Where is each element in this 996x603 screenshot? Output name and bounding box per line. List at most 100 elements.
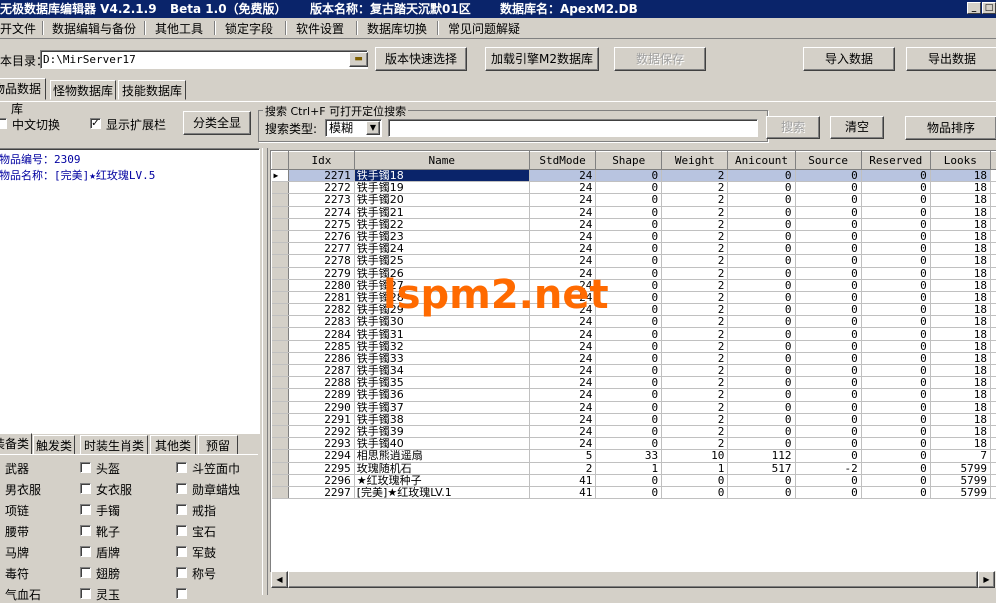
cell-looks[interactable]: 18 bbox=[930, 194, 990, 206]
cell-reserved[interactable]: 0 bbox=[861, 425, 930, 437]
cell-idx[interactable]: 2292 bbox=[289, 425, 355, 437]
cell-anicount[interactable]: 0 bbox=[728, 425, 795, 437]
tab-monster-db[interactable]: 怪物数据库 bbox=[50, 80, 116, 100]
cell-reserved[interactable]: 0 bbox=[861, 291, 930, 303]
cell-source[interactable]: 0 bbox=[795, 182, 861, 194]
cell-weight[interactable]: 2 bbox=[662, 182, 728, 194]
cell-stdmode[interactable]: 24 bbox=[529, 401, 596, 413]
cell-reserved[interactable]: 0 bbox=[861, 218, 930, 230]
cell-name[interactable]: [完美]★红玫瑰LV.1 bbox=[354, 486, 529, 498]
category-checkbox[interactable] bbox=[80, 525, 91, 536]
category-checkbox[interactable] bbox=[176, 525, 187, 536]
cell-weight[interactable]: 2 bbox=[662, 389, 728, 401]
cell-source[interactable]: -2 bbox=[795, 462, 861, 474]
cell-looks[interactable]: 18 bbox=[930, 352, 990, 364]
cell-stdmode[interactable]: 24 bbox=[529, 218, 596, 230]
table-row[interactable]: 2287铁手镯34240200018 bbox=[272, 365, 996, 377]
chinese-toggle-checkbox[interactable] bbox=[0, 118, 7, 129]
row-indicator[interactable] bbox=[272, 279, 289, 291]
splitter[interactable] bbox=[262, 148, 268, 595]
cell-anicount[interactable]: 0 bbox=[728, 328, 795, 340]
cell-reserved[interactable]: 0 bbox=[861, 365, 930, 377]
cell-looks[interactable]: 18 bbox=[930, 389, 990, 401]
menu-data-edit[interactable]: 数据编辑与备份 bbox=[52, 20, 136, 37]
cell-weight[interactable]: 2 bbox=[662, 316, 728, 328]
row-indicator[interactable] bbox=[272, 474, 289, 486]
table-row[interactable]: 2273铁手镯20240200018 bbox=[272, 194, 996, 206]
cell-shape[interactable]: 1 bbox=[596, 462, 662, 474]
table-row[interactable]: 2279铁手镯26240200018 bbox=[272, 267, 996, 279]
cell-anicount[interactable]: 0 bbox=[728, 170, 795, 182]
table-row[interactable]: 2293铁手镯40240200018 bbox=[272, 438, 996, 450]
cell-anicount[interactable]: 0 bbox=[728, 438, 795, 450]
cell-source[interactable]: 0 bbox=[795, 304, 861, 316]
cell-anicount[interactable]: 0 bbox=[728, 230, 795, 242]
cell-idx[interactable]: 2277 bbox=[289, 243, 355, 255]
cell-idx[interactable]: 2295 bbox=[289, 462, 355, 474]
cell-idx[interactable]: 2273 bbox=[289, 194, 355, 206]
row-indicator[interactable] bbox=[272, 218, 289, 230]
cell-source[interactable]: 0 bbox=[795, 389, 861, 401]
cell-anicount[interactable]: 112 bbox=[728, 450, 795, 462]
cell-looks[interactable]: 18 bbox=[930, 182, 990, 194]
table-row[interactable]: 2295玫瑰随机石211517-205799 bbox=[272, 462, 996, 474]
row-indicator[interactable] bbox=[272, 182, 289, 194]
row-indicator[interactable] bbox=[272, 316, 289, 328]
category-all-button[interactable]: 分类全显 bbox=[183, 111, 251, 135]
cell-reserved[interactable]: 0 bbox=[861, 316, 930, 328]
cell-source[interactable]: 0 bbox=[795, 438, 861, 450]
chevron-down-icon[interactable]: ▼ bbox=[366, 121, 380, 135]
cell-source[interactable]: 0 bbox=[795, 206, 861, 218]
cell-shape[interactable]: 0 bbox=[596, 389, 662, 401]
cell-looks[interactable]: 5799 bbox=[930, 462, 990, 474]
cell-source[interactable]: 0 bbox=[795, 194, 861, 206]
cell-name[interactable]: 铁手镯39 bbox=[354, 425, 529, 437]
row-indicator[interactable] bbox=[272, 194, 289, 206]
cell-name[interactable]: 铁手镯32 bbox=[354, 340, 529, 352]
cell-shape[interactable]: 0 bbox=[596, 401, 662, 413]
cell-shape[interactable]: 0 bbox=[596, 425, 662, 437]
category-checkbox[interactable] bbox=[80, 504, 91, 515]
cell-anicount[interactable]: 0 bbox=[728, 304, 795, 316]
cell-weight[interactable]: 0 bbox=[662, 486, 728, 498]
cell-stdmode[interactable]: 24 bbox=[529, 182, 596, 194]
cell-looks[interactable]: 7 bbox=[930, 450, 990, 462]
cell-looks[interactable]: 18 bbox=[930, 413, 990, 425]
cell-stdmode[interactable]: 24 bbox=[529, 377, 596, 389]
cell-looks[interactable]: 18 bbox=[930, 316, 990, 328]
cell-weight[interactable]: 2 bbox=[662, 377, 728, 389]
cell-weight[interactable]: 2 bbox=[662, 425, 728, 437]
cell-looks[interactable]: 18 bbox=[930, 328, 990, 340]
row-indicator[interactable] bbox=[272, 352, 289, 364]
tab-fashion[interactable]: 时装生肖类 bbox=[80, 435, 148, 455]
cell-shape[interactable]: 0 bbox=[596, 170, 662, 182]
menu-file[interactable]: 开文件 bbox=[0, 20, 36, 37]
row-indicator[interactable] bbox=[272, 413, 289, 425]
import-button[interactable]: 导入数据 bbox=[803, 47, 895, 71]
row-indicator[interactable] bbox=[272, 438, 289, 450]
cell-reserved[interactable]: 0 bbox=[861, 328, 930, 340]
cell-anicount[interactable]: 0 bbox=[728, 486, 795, 498]
column-header-idx[interactable]: Idx bbox=[289, 152, 355, 170]
table-row[interactable]: 2296★红玫瑰种子41000005799 bbox=[272, 474, 996, 486]
cell-reserved[interactable]: 0 bbox=[861, 438, 930, 450]
cell-shape[interactable]: 0 bbox=[596, 182, 662, 194]
category-checkbox[interactable] bbox=[176, 567, 187, 578]
column-header-reserved[interactable]: Reserved bbox=[861, 152, 930, 170]
cell-stdmode[interactable]: 24 bbox=[529, 438, 596, 450]
cell-idx[interactable]: 2286 bbox=[289, 352, 355, 364]
cell-idx[interactable]: 2284 bbox=[289, 328, 355, 340]
cell-stdmode[interactable]: 24 bbox=[529, 352, 596, 364]
menu-faq[interactable]: 常见问题解疑 bbox=[448, 20, 520, 37]
cell-anicount[interactable]: 0 bbox=[728, 316, 795, 328]
cell-shape[interactable]: 0 bbox=[596, 255, 662, 267]
cell-weight[interactable]: 2 bbox=[662, 218, 728, 230]
cell-reserved[interactable]: 0 bbox=[861, 474, 930, 486]
cell-weight[interactable]: 0 bbox=[662, 474, 728, 486]
cell-anicount[interactable]: 517 bbox=[728, 462, 795, 474]
cell-anicount[interactable]: 0 bbox=[728, 340, 795, 352]
column-header-source[interactable]: Source bbox=[795, 152, 861, 170]
table-row[interactable]: ▶2271铁手镯18240200018 bbox=[272, 170, 996, 182]
cell-weight[interactable]: 2 bbox=[662, 365, 728, 377]
cell-reserved[interactable]: 0 bbox=[861, 182, 930, 194]
